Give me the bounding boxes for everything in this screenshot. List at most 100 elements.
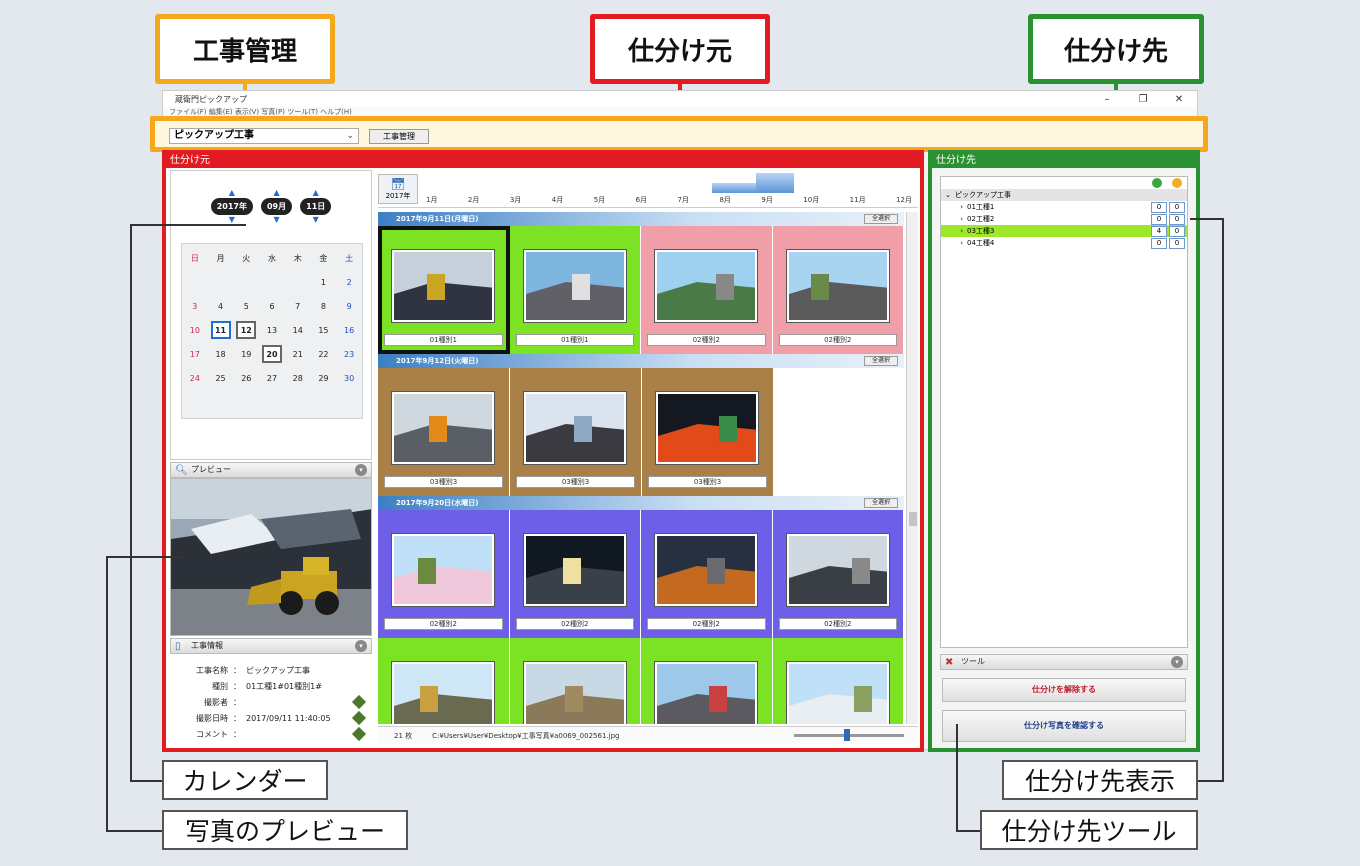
project-select[interactable]: ピックアップ工事 ⌄ bbox=[169, 128, 359, 144]
calendar-day[interactable]: 16 bbox=[336, 318, 362, 342]
tools-header[interactable]: ✖ ツール ▾ bbox=[940, 654, 1188, 670]
photo-thumbnail[interactable]: 02種別2 bbox=[509, 510, 641, 638]
timeline-month[interactable]: 9月 bbox=[761, 195, 772, 205]
chevron-right-icon[interactable]: › bbox=[941, 239, 967, 247]
zoom-slider-knob[interactable] bbox=[844, 729, 850, 741]
photo-thumbnail[interactable]: 02種別2 bbox=[378, 510, 510, 638]
tree-item[interactable]: › 03工種3 4 0 bbox=[941, 225, 1187, 237]
timeline-month[interactable]: 12月 bbox=[896, 195, 912, 205]
year-picker[interactable]: ▲ 2017年 ▼ bbox=[210, 189, 253, 224]
restore-icon[interactable]: ❐ bbox=[1125, 94, 1161, 105]
up-arrow-icon[interactable]: ▲ bbox=[229, 189, 235, 197]
calendar-day[interactable]: 20 bbox=[259, 342, 285, 366]
timeline-month[interactable]: 1月 bbox=[426, 195, 437, 205]
day-picker[interactable]: ▲ 11日 ▼ bbox=[300, 189, 332, 224]
timeline-month[interactable]: 8月 bbox=[719, 195, 730, 205]
chevron-down-icon[interactable]: ⌄ bbox=[941, 191, 955, 199]
timeline-month[interactable]: 11月 bbox=[850, 195, 866, 205]
down-arrow-icon[interactable]: ▼ bbox=[273, 216, 279, 224]
timeline-month[interactable]: 2月 bbox=[468, 195, 479, 205]
select-all-button[interactable]: 全選択 bbox=[864, 214, 898, 224]
calendar-day[interactable]: 17 bbox=[182, 342, 208, 366]
up-arrow-icon[interactable]: ▲ bbox=[313, 189, 319, 197]
calendar-day[interactable]: 26 bbox=[233, 366, 259, 390]
tree-root[interactable]: ⌄ ピックアップ工事 bbox=[941, 189, 1187, 201]
calendar-day[interactable]: 13 bbox=[259, 318, 285, 342]
calendar-day[interactable]: 3 bbox=[182, 294, 208, 318]
photo-thumbnail[interactable]: 02種別2 bbox=[772, 510, 904, 638]
photo-thumbnail[interactable] bbox=[772, 638, 904, 724]
chevron-down-icon[interactable]: ▾ bbox=[355, 640, 367, 652]
pencil-icon[interactable] bbox=[351, 694, 367, 710]
tree-item[interactable]: › 02工種2 0 0 bbox=[941, 213, 1187, 225]
calendar-day[interactable]: 14 bbox=[285, 318, 311, 342]
calendar-day[interactable]: 25 bbox=[208, 366, 234, 390]
timeline-month[interactable]: 3月 bbox=[510, 195, 521, 205]
timeline-month[interactable]: 10月 bbox=[803, 195, 819, 205]
photo-thumbnail[interactable]: 02種別2 bbox=[641, 226, 773, 354]
photo-thumbnail[interactable]: 03種別3 bbox=[510, 368, 642, 496]
photo-scrollbar[interactable] bbox=[906, 212, 918, 724]
calendar-day[interactable]: 1 bbox=[311, 270, 337, 294]
tree-item[interactable]: › 01工種1 0 0 bbox=[941, 201, 1187, 213]
timeline-month[interactable]: 6月 bbox=[636, 195, 647, 205]
info-header[interactable]: ▯ 工事情報 ▾ bbox=[170, 638, 372, 654]
calendar-day[interactable]: 18 bbox=[208, 342, 234, 366]
calendar-day[interactable]: 8 bbox=[311, 294, 337, 318]
calendar-day[interactable]: 21 bbox=[285, 342, 311, 366]
photo-thumbnail[interactable]: 02種別2 bbox=[641, 510, 773, 638]
calendar-day[interactable]: 10 bbox=[182, 318, 208, 342]
preview-header[interactable]: 🔍︎ プレビュー ▾ bbox=[170, 462, 372, 478]
timeline-month[interactable]: 7月 bbox=[678, 195, 689, 205]
chevron-right-icon[interactable]: › bbox=[941, 227, 967, 235]
minimize-icon[interactable]: – bbox=[1089, 94, 1125, 105]
month-picker[interactable]: ▲ 09月 ▼ bbox=[260, 189, 293, 224]
zoom-slider[interactable] bbox=[794, 729, 904, 741]
calendar-day[interactable]: 28 bbox=[285, 366, 311, 390]
calendar-day[interactable]: 19 bbox=[233, 342, 259, 366]
photo-thumbnail[interactable]: 01種別1 bbox=[378, 226, 510, 354]
calendar-day[interactable]: 12 bbox=[233, 318, 259, 342]
down-arrow-icon[interactable]: ▼ bbox=[229, 216, 235, 224]
up-arrow-icon[interactable]: ▲ bbox=[273, 189, 279, 197]
photo-thumbnail[interactable]: 02種別2 bbox=[772, 226, 904, 354]
photo-thumbnail[interactable] bbox=[378, 638, 510, 724]
calendar-day[interactable]: 29 bbox=[311, 366, 337, 390]
chevron-down-icon[interactable]: ▾ bbox=[355, 464, 367, 476]
chevron-down-icon[interactable]: ▾ bbox=[1171, 656, 1183, 668]
tree-item[interactable]: › 04工種4 0 0 bbox=[941, 237, 1187, 249]
calendar-day[interactable]: 22 bbox=[311, 342, 337, 366]
select-all-button[interactable]: 全選択 bbox=[864, 356, 898, 366]
photo-thumbnail[interactable] bbox=[641, 638, 773, 724]
release-sort-button[interactable]: 仕分けを解除する bbox=[942, 678, 1186, 702]
pencil-icon[interactable] bbox=[351, 726, 367, 742]
calendar-day[interactable]: 9 bbox=[336, 294, 362, 318]
project-manage-button[interactable]: 工事管理 bbox=[369, 129, 429, 144]
photo-thumbnail[interactable]: 03種別3 bbox=[642, 368, 774, 496]
timeline-year-button[interactable]: 📅︎ 2017年 bbox=[378, 174, 418, 204]
calendar-day[interactable]: 23 bbox=[336, 342, 362, 366]
calendar-day[interactable]: 6 bbox=[259, 294, 285, 318]
calendar-day[interactable]: 24 bbox=[182, 366, 208, 390]
calendar-day[interactable]: 30 bbox=[336, 366, 362, 390]
photo-thumbnail[interactable] bbox=[509, 638, 641, 724]
select-all-button[interactable]: 全選択 bbox=[864, 498, 898, 508]
calendar-day[interactable]: 7 bbox=[285, 294, 311, 318]
scroll-thumb[interactable] bbox=[909, 512, 917, 526]
timeline-month[interactable]: 4月 bbox=[552, 195, 563, 205]
calendar-day[interactable]: 2 bbox=[336, 270, 362, 294]
chevron-right-icon[interactable]: › bbox=[941, 215, 967, 223]
calendar-day[interactable]: 27 bbox=[259, 366, 285, 390]
calendar-day[interactable]: 15 bbox=[311, 318, 337, 342]
timeline-month[interactable]: 5月 bbox=[594, 195, 605, 205]
close-icon[interactable]: ✕ bbox=[1161, 94, 1197, 105]
photo-thumbnail[interactable]: 01種別1 bbox=[509, 226, 641, 354]
confirm-sort-button[interactable]: 仕分け写真を確認する bbox=[942, 710, 1186, 742]
calendar-day[interactable]: 4 bbox=[208, 294, 234, 318]
chevron-right-icon[interactable]: › bbox=[941, 203, 967, 211]
calendar-day[interactable]: 11 bbox=[208, 318, 234, 342]
calendar-day[interactable]: 5 bbox=[233, 294, 259, 318]
pencil-icon[interactable] bbox=[351, 710, 367, 726]
photo-thumbnail[interactable]: 03種別3 bbox=[378, 368, 510, 496]
down-arrow-icon[interactable]: ▼ bbox=[313, 216, 319, 224]
